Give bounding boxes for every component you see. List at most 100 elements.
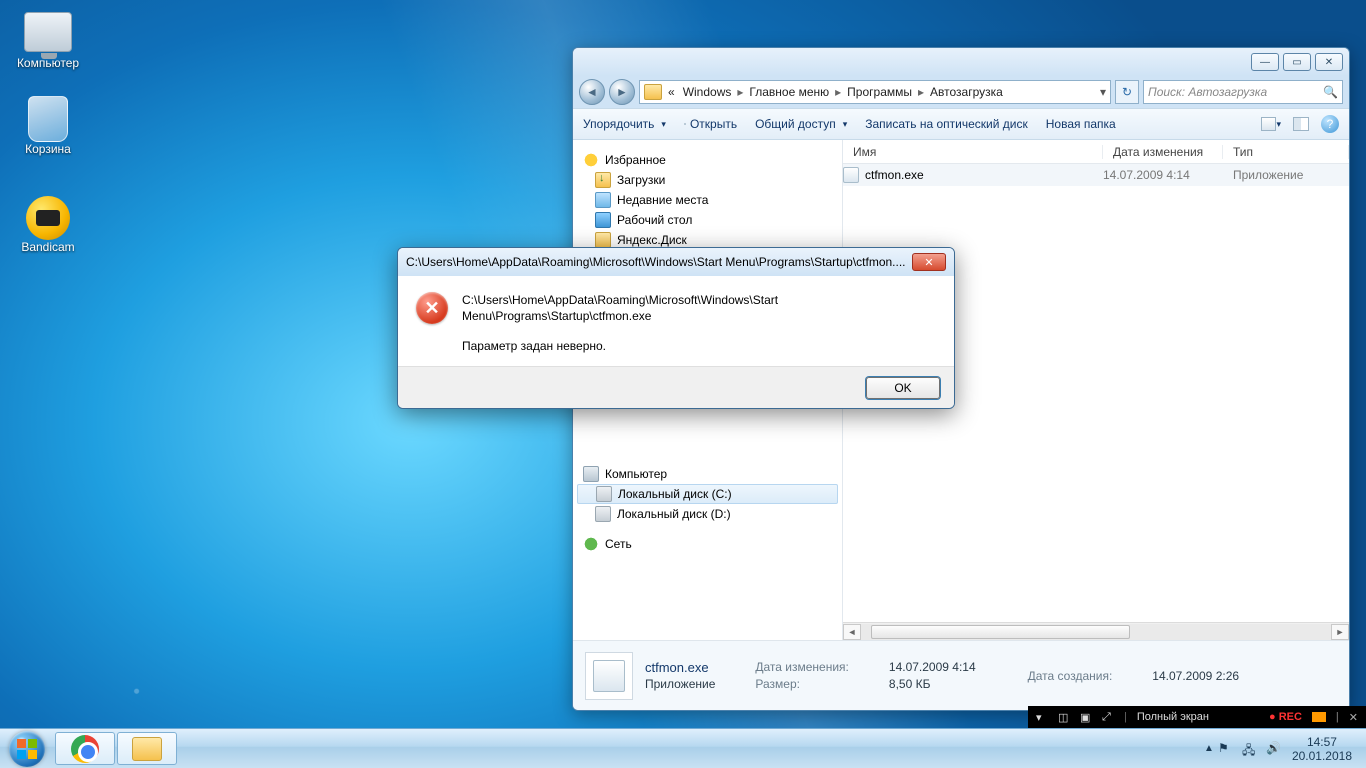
computer-icon	[583, 466, 599, 482]
search-icon[interactable]: 🔍	[1323, 85, 1338, 99]
share-menu[interactable]: Общий доступ	[755, 117, 847, 131]
column-headers[interactable]: Имя Дата изменения Тип	[843, 140, 1349, 164]
nav-network[interactable]: Сеть	[573, 534, 842, 554]
rec-indicator[interactable]: ● REC	[1269, 711, 1302, 723]
explorer-toolbar: Упорядочить Открыть Общий доступ Записат…	[573, 108, 1349, 140]
start-button[interactable]	[0, 729, 54, 768]
nav-favorites[interactable]: Избранное	[573, 150, 842, 170]
volume-icon[interactable]: 🔊	[1266, 741, 1282, 757]
view-options-button[interactable]: ▾	[1261, 114, 1281, 134]
crop-icon[interactable]: ▣	[1080, 711, 1092, 723]
breadcrumb-lead: «	[664, 85, 679, 99]
horizontal-scrollbar[interactable]: ◄ ►	[843, 622, 1349, 640]
bandicam-mode-label: Полный экран	[1137, 711, 1209, 723]
detail-filetype: Приложение	[645, 677, 715, 691]
downloads-icon	[595, 172, 611, 188]
help-button[interactable]: ?	[1321, 115, 1339, 133]
refresh-button[interactable]: ↻	[1115, 80, 1139, 104]
dialog-titlebar[interactable]: C:\Users\Home\AppData\Roaming\Microsoft\…	[398, 248, 954, 276]
desktop-icon-bandicam[interactable]: Bandicam	[10, 196, 86, 254]
detail-size-label: Размер:	[755, 677, 849, 691]
app-icon	[843, 167, 859, 183]
preview-pane-button[interactable]	[1291, 114, 1311, 134]
computer-icon	[24, 12, 72, 52]
camera-icon[interactable]	[1312, 712, 1326, 722]
ok-button[interactable]: OK	[866, 377, 940, 399]
dialog-title: C:\Users\Home\AppData\Roaming\Microsoft\…	[406, 255, 912, 269]
search-box[interactable]: Поиск: Автозагрузка 🔍	[1143, 80, 1343, 104]
taskbar: ▲ ⚑ 🖧 🔊 14:57 20.01.2018	[0, 728, 1366, 768]
dialog-close-button[interactable]: ✕	[912, 253, 946, 271]
error-dialog: C:\Users\Home\AppData\Roaming\Microsoft\…	[397, 247, 955, 409]
chevron-down-icon[interactable]: ▾	[1036, 711, 1048, 723]
app-icon	[593, 660, 625, 692]
detail-modified-label: Дата изменения:	[755, 660, 849, 675]
nav-recent[interactable]: Недавние места	[573, 190, 842, 210]
maximize-button[interactable]: ▭	[1283, 53, 1311, 71]
file-type: Приложение	[1223, 168, 1349, 182]
dialog-text: Параметр задан неверно.	[462, 338, 936, 354]
nav-computer[interactable]: Компьютер	[573, 464, 842, 484]
nav-downloads[interactable]: Загрузки	[573, 170, 842, 190]
chrome-icon	[71, 735, 99, 763]
folder-icon	[644, 84, 662, 100]
error-icon: ✕	[416, 292, 448, 324]
close-button[interactable]: ✕	[1315, 53, 1343, 71]
bandicam-close-icon[interactable]: ✕	[1349, 711, 1358, 724]
tray-expand-icon[interactable]: ▲	[1204, 743, 1214, 754]
list-row[interactable]: ctfmon.exe 14.07.2009 4:14 Приложение	[843, 164, 1349, 186]
col-date[interactable]: Дата изменения	[1103, 145, 1223, 159]
taskbar-explorer[interactable]	[117, 732, 177, 765]
bandicam-overlay[interactable]: ▾ ◫ ▣ ⤢ | Полный экран ● REC | ✕	[1028, 706, 1366, 728]
address-row: ◄ ► « Windows▸ Главное меню▸ Программы▸ …	[573, 76, 1349, 108]
details-pane: ctfmon.exe Дата изменения: 14.07.2009 4:…	[573, 640, 1349, 710]
address-bar[interactable]: « Windows▸ Главное меню▸ Программы▸ Авто…	[639, 80, 1111, 104]
expand-icon[interactable]: ⤢	[1102, 711, 1114, 723]
burn-button[interactable]: Записать на оптический диск	[865, 117, 1028, 131]
breadcrumb[interactable]: Главное меню	[745, 85, 833, 99]
detail-size-value: 8,50 КБ	[889, 677, 976, 691]
col-type[interactable]: Тип	[1223, 145, 1349, 159]
desktop-icon-recycle-bin[interactable]: Корзина	[10, 96, 86, 156]
breadcrumb[interactable]: Автозагрузка	[926, 85, 1007, 99]
folder-icon	[595, 232, 611, 248]
window-icon[interactable]: ◫	[1058, 711, 1070, 723]
file-name: ctfmon.exe	[865, 168, 924, 182]
scroll-track[interactable]	[861, 624, 1331, 640]
nav-desktop[interactable]: Рабочий стол	[573, 210, 842, 230]
scroll-right-button[interactable]: ►	[1331, 624, 1349, 640]
address-dropdown-icon[interactable]: ▾	[1100, 85, 1106, 99]
recent-icon	[595, 192, 611, 208]
dialog-message: C:\Users\Home\AppData\Roaming\Microsoft\…	[462, 292, 936, 354]
breadcrumb[interactable]: Windows	[679, 85, 736, 99]
col-name[interactable]: Имя	[843, 145, 1103, 159]
bandicam-icon	[26, 196, 70, 240]
network-tray-icon[interactable]: 🖧	[1242, 741, 1258, 757]
detail-modified-value: 14.07.2009 4:14	[889, 660, 976, 675]
flag-icon[interactable]: ⚑	[1218, 741, 1234, 757]
recycle-bin-icon	[28, 96, 68, 142]
new-folder-button[interactable]: Новая папка	[1046, 117, 1116, 131]
nav-disk-d[interactable]: Локальный диск (D:)	[573, 504, 842, 524]
breadcrumb[interactable]: Программы	[843, 85, 916, 99]
desktop-icon-label: Корзина	[10, 142, 86, 156]
detail-created-label: Дата создания:	[1028, 669, 1113, 683]
nav-disk-c[interactable]: Локальный диск (C:)	[577, 484, 838, 504]
tray-time: 14:57	[1292, 735, 1352, 749]
open-icon	[684, 123, 686, 125]
nav-back-button[interactable]: ◄	[579, 79, 605, 105]
file-date: 14.07.2009 4:14	[1103, 168, 1223, 182]
nav-forward-button[interactable]: ►	[609, 79, 635, 105]
star-icon	[583, 152, 599, 168]
open-button[interactable]: Открыть	[684, 117, 737, 131]
organize-menu[interactable]: Упорядочить	[583, 117, 666, 131]
taskbar-chrome[interactable]	[55, 732, 115, 765]
desktop-icon	[595, 212, 611, 228]
detail-created-value: 14.07.2009 2:26	[1152, 669, 1239, 683]
minimize-button[interactable]: —	[1251, 53, 1279, 71]
desktop-icon-computer[interactable]: Компьютер	[10, 8, 86, 70]
scroll-thumb[interactable]	[871, 625, 1130, 639]
scroll-left-button[interactable]: ◄	[843, 624, 861, 640]
explorer-titlebar[interactable]: — ▭ ✕	[573, 48, 1349, 76]
tray-clock[interactable]: 14:57 20.01.2018	[1286, 735, 1358, 763]
